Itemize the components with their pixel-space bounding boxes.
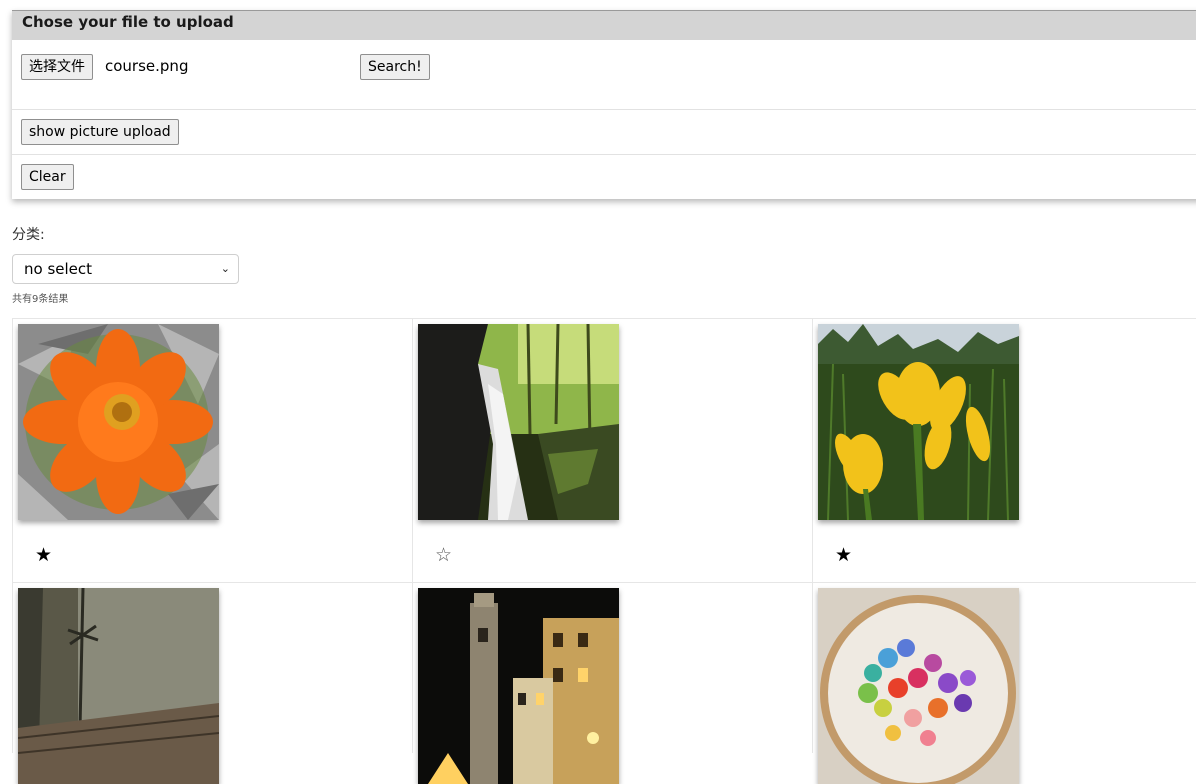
selected-file-name: course.png xyxy=(105,57,189,75)
clear-row: Clear xyxy=(12,154,1196,199)
image-card xyxy=(412,582,813,784)
show-picture-upload-button[interactable]: show picture upload xyxy=(21,119,179,145)
clear-button[interactable]: Clear xyxy=(21,164,74,190)
result-count: 共有9条结果 xyxy=(12,294,69,305)
gallery-image-embroidery[interactable] xyxy=(818,588,1019,784)
gallery-image-orange-flower[interactable] xyxy=(18,324,219,520)
category-select-value: no select xyxy=(24,260,93,278)
image-card: ★ xyxy=(812,318,1196,583)
gallery-image-night-buildings[interactable] xyxy=(418,588,619,784)
favorite-star-icon[interactable]: ★ xyxy=(35,546,52,565)
search-button[interactable]: Search! xyxy=(360,54,430,80)
gallery-image-yellow-irises[interactable] xyxy=(818,324,1019,520)
image-card xyxy=(812,582,1196,784)
category-label: 分类: xyxy=(12,227,45,243)
file-row: 选择文件 course.png Search! xyxy=(12,40,1196,109)
gallery-image-barbed-wire[interactable] xyxy=(18,588,219,784)
image-card: ☆ xyxy=(412,318,813,583)
favorite-star-icon[interactable]: ☆ xyxy=(435,546,452,565)
favorite-star-icon[interactable]: ★ xyxy=(835,546,852,565)
category-select[interactable]: no select ⌄ xyxy=(12,254,239,284)
upload-panel: Chose your file to upload 选择文件 course.pn… xyxy=(12,10,1196,199)
choose-file-button[interactable]: 选择文件 xyxy=(21,54,93,80)
gallery-image-waterfall[interactable] xyxy=(418,324,619,520)
image-card: ★ xyxy=(12,318,413,583)
chevron-down-icon: ⌄ xyxy=(220,262,230,275)
image-card xyxy=(12,582,413,784)
upload-header: Chose your file to upload xyxy=(12,11,1196,40)
show-upload-row: show picture upload xyxy=(12,109,1196,154)
